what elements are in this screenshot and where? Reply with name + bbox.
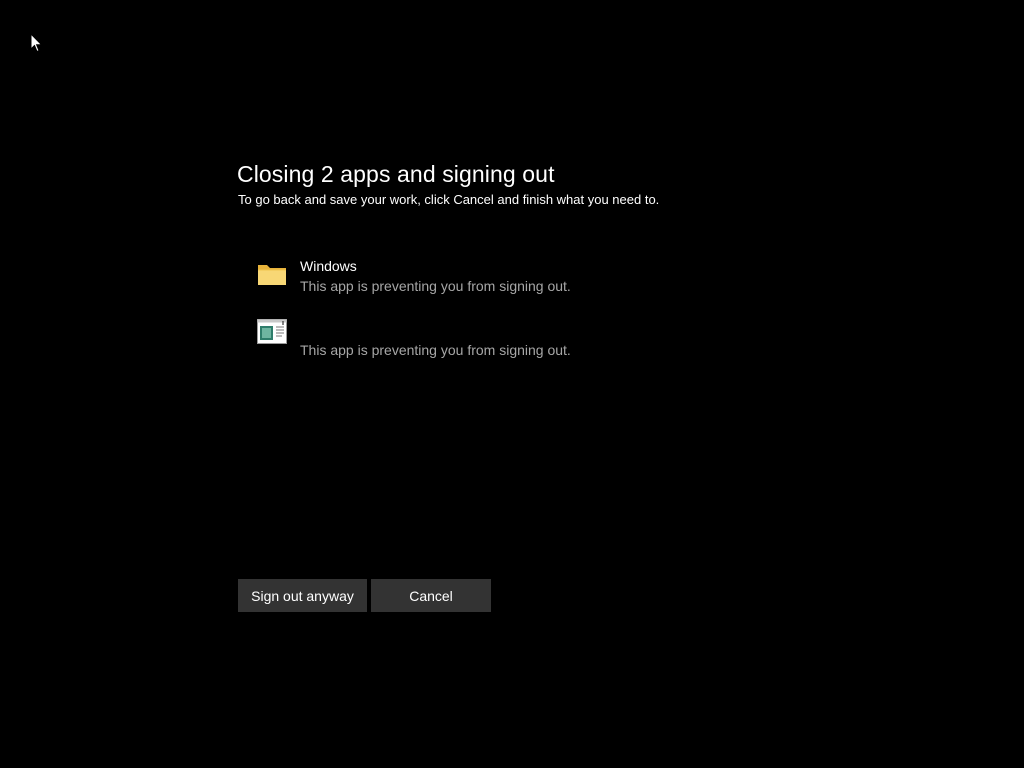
app-text: Windows This app is preventing you from …: [300, 256, 571, 296]
dialog-title: Closing 2 apps and signing out: [237, 161, 555, 187]
app-name: Windows: [300, 258, 357, 274]
sign-out-anyway-button[interactable]: Sign out anyway: [238, 579, 367, 612]
app-text: This app is preventing you from signing …: [300, 320, 571, 360]
list-item: This app is preventing you from signing …: [257, 319, 777, 384]
app-status: This app is preventing you from signing …: [300, 278, 571, 294]
dialog-subtitle: To go back and save your work, click Can…: [238, 192, 660, 207]
list-item: Windows This app is preventing you from …: [257, 256, 777, 320]
signout-dialog: Closing 2 apps and signing out To go bac…: [237, 160, 797, 358]
app-status: This app is preventing you from signing …: [300, 342, 571, 358]
cancel-button[interactable]: Cancel: [371, 579, 491, 612]
mouse-cursor-icon: [30, 33, 43, 53]
signout-screen: Closing 2 apps and signing out To go bac…: [0, 0, 1024, 768]
app-window-icon: [257, 319, 287, 344]
folder-icon: [258, 265, 286, 285]
blocking-app-list: Windows This app is preventing you from …: [257, 256, 777, 384]
dialog-buttons: Sign out anyway Cancel: [238, 579, 491, 612]
app-name: [300, 320, 571, 340]
